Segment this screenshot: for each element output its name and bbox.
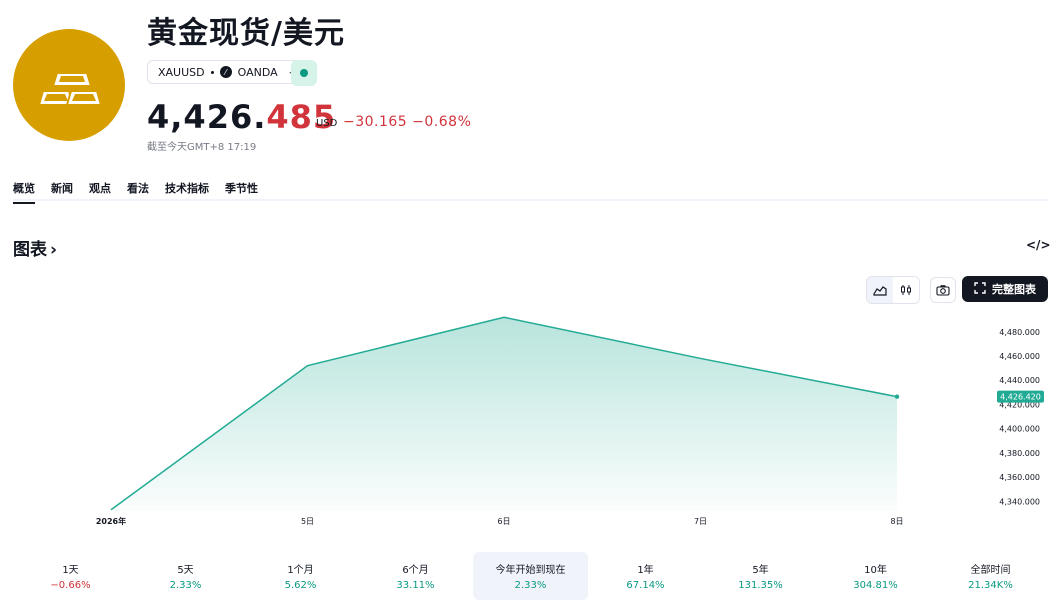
oanda-icon: ⁄	[219, 66, 232, 78]
price-tail: 485	[266, 98, 337, 136]
market-open-status-icon[interactable]	[291, 60, 317, 86]
chart-section-title[interactable]: 图表 ›	[13, 235, 57, 260]
chevron-right-icon: ›	[50, 240, 58, 260]
period-7[interactable]: 10年 304.81%	[818, 552, 933, 600]
period-label: 1个月	[287, 565, 314, 576]
x-tick-label: 5日	[301, 517, 314, 526]
period-label: 10年	[864, 565, 887, 576]
currency-label: USD	[316, 118, 338, 129]
price-main: 4,426.	[147, 98, 267, 136]
period-1[interactable]: 5天 2.33%	[128, 552, 243, 600]
period-label: 5天	[177, 565, 194, 576]
period-change: 67.14%	[626, 580, 665, 591]
period-change: 21.34K%	[968, 580, 1013, 591]
period-change: 2.33%	[514, 580, 547, 591]
x-tick-label: 2026年	[96, 516, 126, 526]
period-4[interactable]: 今年开始到现在 2.33%	[473, 552, 588, 600]
y-tick-label: 4,460.000	[999, 352, 1040, 361]
period-3[interactable]: 6个月 33.11%	[358, 552, 473, 600]
period-label: 1天	[62, 565, 79, 576]
embed-code-icon[interactable]: </>	[1026, 238, 1051, 252]
tab-divider	[13, 199, 1048, 201]
period-label: 今年开始到现在	[495, 565, 566, 576]
price-timestamp: 截至今天GMT+8 17:19	[147, 142, 257, 153]
y-tick-label: 4,440.000	[999, 376, 1040, 385]
period-label: 6个月	[402, 565, 429, 576]
period-change: −0.66%	[50, 580, 91, 591]
symbol-code: XAUUSD	[158, 65, 205, 79]
period-label: 1年	[637, 565, 654, 576]
period-0[interactable]: 1天 −0.66%	[13, 552, 128, 600]
period-change: 131.35%	[738, 580, 783, 591]
full-chart-label: 完整图表	[992, 283, 1036, 296]
performance-periods: 1天 −0.66% 5天 2.33% 1个月 5.62% 6个月 33.11% 今年开始到现在 2…	[13, 552, 1048, 600]
x-tick-label: 8日	[890, 517, 903, 526]
full-chart-button[interactable]: 完整图表	[962, 276, 1048, 302]
y-tick-label: 4,380.000	[999, 449, 1040, 458]
price-point	[894, 394, 900, 399]
broker-name: OANDA	[237, 65, 278, 79]
symbol-selector[interactable]: XAUUSD ⁄ OANDA ⌄	[147, 60, 307, 84]
fullscreen-icon	[974, 281, 986, 297]
period-change: 2.33%	[169, 580, 202, 591]
x-tick-label: 6日	[497, 517, 510, 526]
period-8[interactable]: 全部时间 21.34K%	[933, 552, 1048, 600]
y-tick-label: 4,480.000	[999, 328, 1040, 337]
period-5[interactable]: 1年 67.14%	[588, 552, 703, 600]
gold-bars-logo	[13, 29, 125, 141]
y-tick-label: 4,400.000	[999, 425, 1040, 434]
period-change: 33.11%	[396, 580, 435, 591]
separator-dot	[210, 70, 214, 74]
period-2[interactable]: 1个月 5.62%	[243, 552, 358, 600]
period-label: 5年	[752, 565, 769, 576]
y-tick-label: 4,360.000	[999, 473, 1040, 482]
price-chart[interactable]: 2026年 5日 6日 7日 8日 4,340.000 4,360.000 4,380.00…	[0, 300, 1058, 532]
last-price: 4,426.485	[147, 96, 336, 138]
x-tick-label: 7日	[694, 517, 707, 526]
page-title: 黄金现货/美元	[147, 16, 345, 51]
period-6[interactable]: 5年 131.35%	[703, 552, 818, 600]
y-tick-label: 4,340.000	[999, 497, 1040, 506]
period-label: 全部时间	[970, 565, 1011, 576]
period-change: 5.62%	[284, 580, 317, 591]
price-area-fill	[111, 317, 897, 511]
price-change: −30.165 −0.68%	[343, 114, 472, 130]
last-price-label: 4,426.420	[1000, 393, 1041, 402]
chart-section-label: 图表	[13, 240, 47, 260]
period-change: 304.81%	[853, 580, 898, 591]
